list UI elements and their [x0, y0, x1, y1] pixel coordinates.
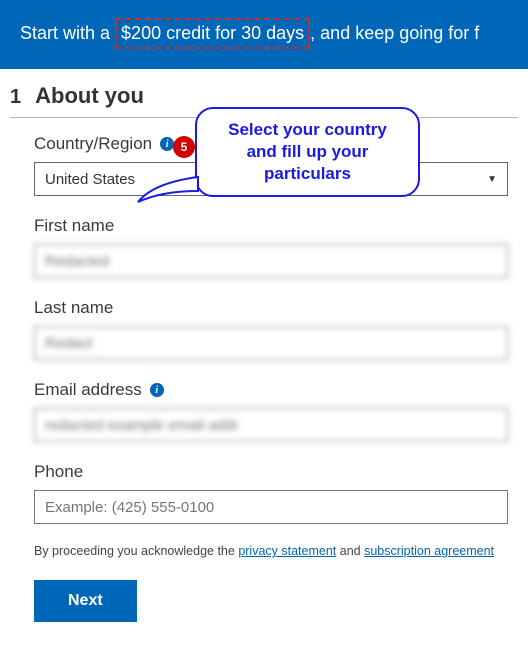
field-email: Email address i: [34, 380, 508, 442]
banner-highlight: $200 credit for 30 days: [115, 18, 310, 49]
legal-prefix: By proceeding you acknowledge the: [34, 544, 238, 558]
legal-middle: and: [336, 544, 364, 558]
info-icon[interactable]: i: [150, 383, 164, 397]
privacy-link[interactable]: privacy statement: [238, 544, 336, 558]
country-label: Country/Region: [34, 134, 152, 154]
legal-text: By proceeding you acknowledge the privac…: [34, 544, 508, 558]
first-name-label: First name: [34, 216, 114, 236]
subscription-link[interactable]: subscription agreement: [364, 544, 494, 558]
email-input[interactable]: [34, 408, 508, 442]
last-name-label: Last name: [34, 298, 113, 318]
next-button[interactable]: Next: [34, 580, 137, 622]
banner-suffix: , and keep going for f: [310, 23, 479, 43]
step-number: 1: [10, 86, 21, 109]
field-phone: Phone: [34, 462, 508, 524]
phone-label: Phone: [34, 462, 83, 482]
step-title: About you: [35, 83, 144, 109]
email-label: Email address: [34, 380, 142, 400]
annotation-tail-icon: [138, 177, 198, 202]
field-last-name: Last name: [34, 298, 508, 360]
chevron-down-icon: ▼: [487, 174, 497, 185]
form-area: 5 Select your country and fill up your p…: [10, 134, 518, 622]
field-first-name: First name: [34, 216, 508, 278]
banner-prefix: Start with a: [20, 23, 115, 43]
email-label-row: Email address i: [34, 380, 508, 400]
first-name-input[interactable]: [34, 244, 508, 278]
annotation-bubble: Select your country and fill up your par…: [195, 107, 420, 197]
phone-input[interactable]: [34, 490, 508, 524]
promo-banner: Start with a $200 credit for 30 days, an…: [0, 0, 528, 69]
last-name-input[interactable]: [34, 326, 508, 360]
info-icon[interactable]: i: [160, 137, 174, 151]
